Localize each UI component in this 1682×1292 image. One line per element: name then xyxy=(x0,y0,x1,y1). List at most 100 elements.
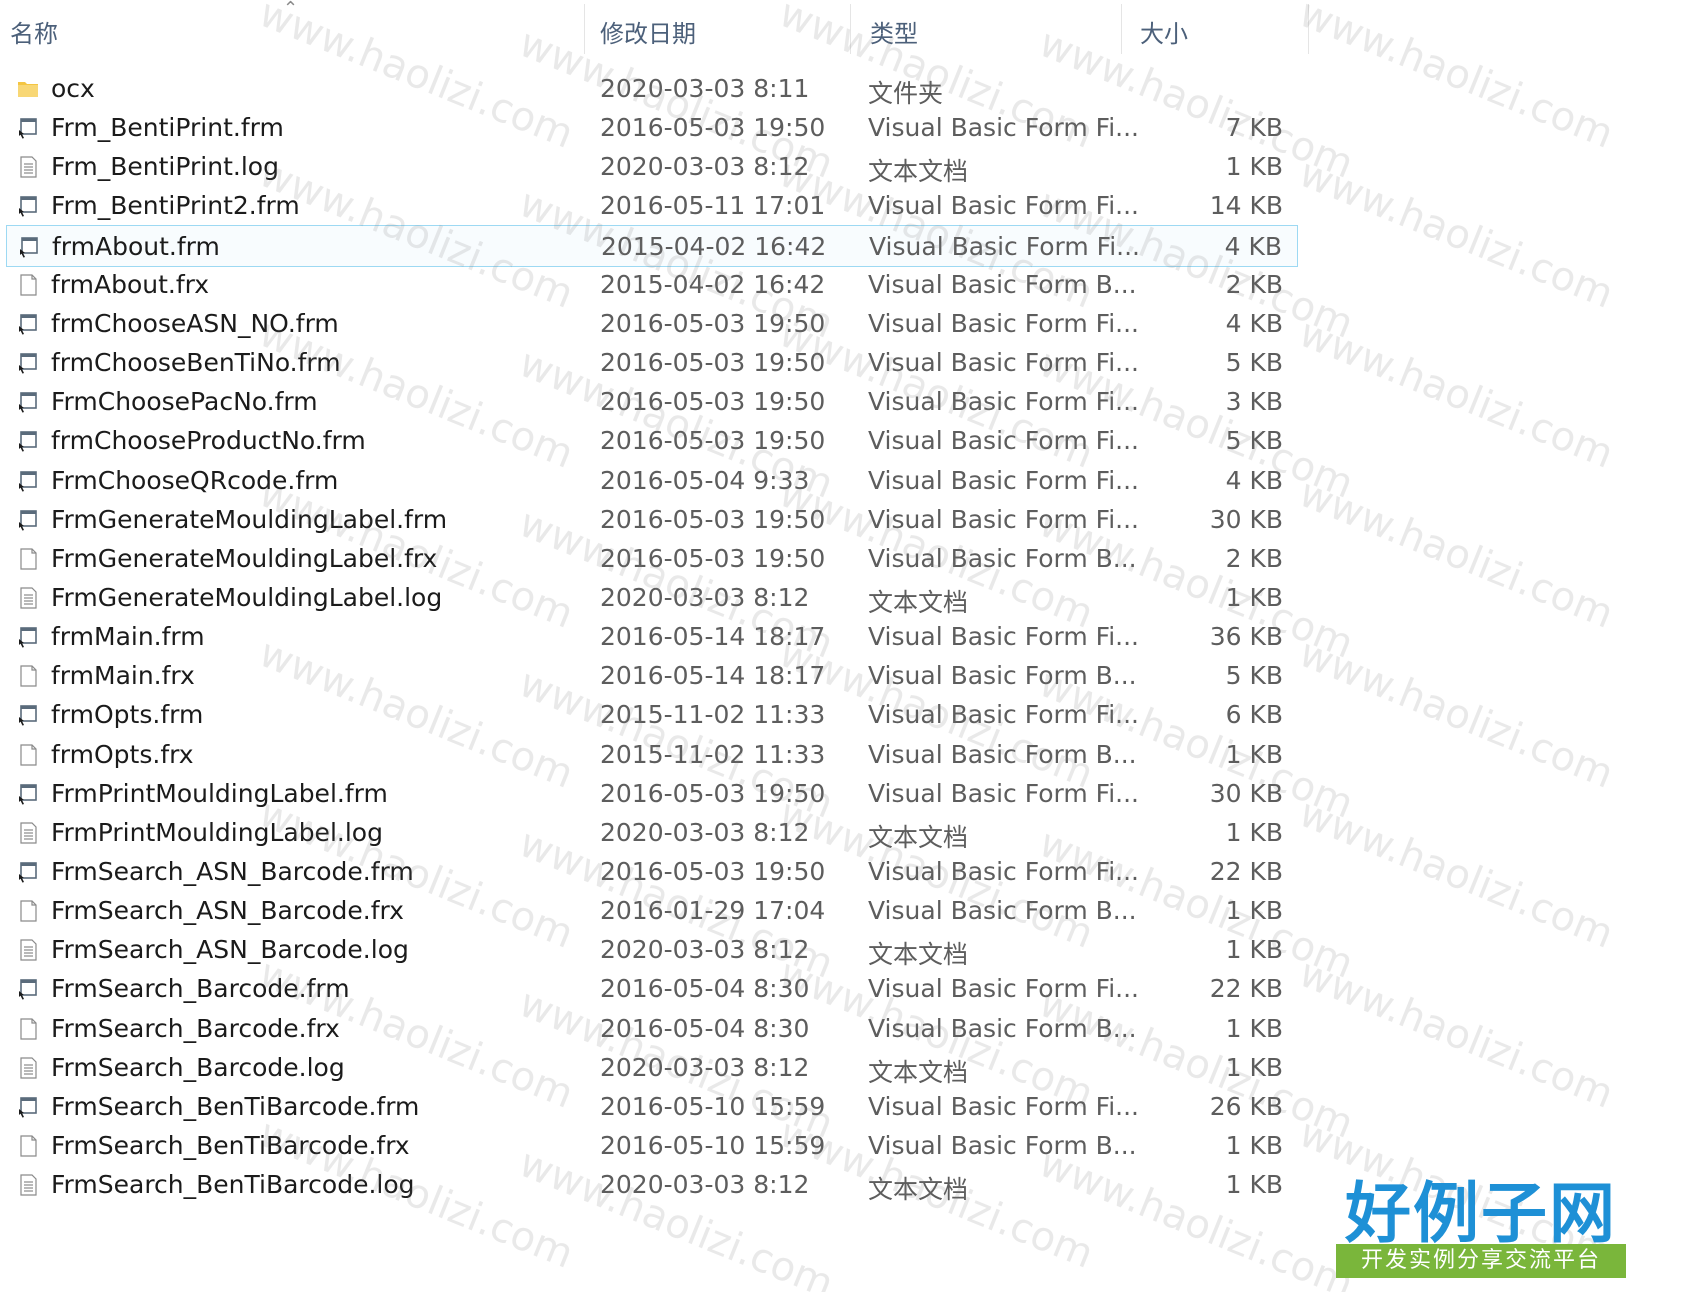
file-row[interactable]: frmChooseProductNo.frm 2016-05-03 19:50 Vi… xyxy=(6,420,1298,462)
blank-file-icon xyxy=(16,273,40,297)
blank-file-icon xyxy=(16,899,40,923)
file-name: frmAbout.frm xyxy=(52,231,220,261)
file-date: 2016-05-14 18:17 xyxy=(600,661,826,691)
file-row[interactable]: FrmChooseQRcode.frm 2016-05-04 9:33 Visual… xyxy=(6,460,1298,502)
vb-form-icon xyxy=(16,977,40,1001)
column-header-date[interactable]: 修改日期 xyxy=(600,14,696,49)
file-row[interactable]: frmChooseBenTiNo.frm 2016-05-03 19:50 Visu… xyxy=(6,342,1298,384)
file-type: Visual Basic Form B... xyxy=(868,661,1137,691)
file-row[interactable]: frmOpts.frm 2015-11-02 11:33 Visual Basic … xyxy=(6,694,1298,736)
file-date: 2016-05-03 19:50 xyxy=(600,308,826,338)
column-header-type[interactable]: 类型 xyxy=(870,14,918,49)
file-row[interactable]: Frm_BentiPrint.frm 2016-05-03 19:50 Visual… xyxy=(6,107,1298,149)
file-row[interactable]: FrmPrintMouldingLabel.log 2020-03-03 8:12… xyxy=(6,812,1298,854)
file-type: Visual Basic Form Fi... xyxy=(868,348,1139,378)
file-row[interactable]: Frm_BentiPrint2.frm 2016-05-11 17:01 Visua… xyxy=(6,185,1298,227)
file-row[interactable]: frmAbout.frx 2015-04-02 16:42 Visual Basic… xyxy=(6,264,1298,306)
file-row[interactable]: ocx 2020-03-03 8:11 文件夹 xyxy=(6,68,1298,110)
file-row[interactable]: FrmPrintMouldingLabel.frm 2016-05-03 19:5… xyxy=(6,773,1298,815)
file-row[interactable]: FrmGenerateMouldingLabel.frm 2016-05-03 1… xyxy=(6,499,1298,541)
file-type: Visual Basic Form Fi... xyxy=(868,426,1139,456)
file-name: Frm_BentiPrint.frm xyxy=(51,113,284,143)
file-size: 26 KB xyxy=(1209,1091,1283,1121)
column-divider[interactable] xyxy=(584,4,585,54)
file-size: 2 KB xyxy=(1225,269,1283,299)
file-name: FrmSearch_ASN_Barcode.frx xyxy=(51,896,404,926)
column-header-size[interactable]: 大小 xyxy=(1140,14,1188,49)
file-name: frmOpts.frx xyxy=(51,739,194,769)
blank-file-icon xyxy=(16,1134,40,1158)
vb-form-icon xyxy=(16,194,40,218)
folder-icon xyxy=(16,77,40,101)
file-row[interactable]: FrmSearch_Barcode.log 2020-03-03 8:12 文本文档… xyxy=(6,1047,1298,1089)
file-date: 2015-11-02 11:33 xyxy=(600,739,826,769)
file-name: FrmGenerateMouldingLabel.frx xyxy=(51,543,438,573)
file-name: Frm_BentiPrint2.frm xyxy=(51,191,300,221)
file-row[interactable]: FrmSearch_BenTiBarcode.frx 2016-05-10 15:… xyxy=(6,1125,1298,1167)
sort-ascending-icon[interactable]: ⌃ xyxy=(283,0,298,19)
file-size: 1 KB xyxy=(1225,582,1283,612)
file-name: FrmSearch_BenTiBarcode.frx xyxy=(51,1131,410,1161)
file-date: 2015-11-02 11:33 xyxy=(600,700,826,730)
file-name: FrmPrintMouldingLabel.frm xyxy=(51,778,388,808)
file-date: 2016-05-03 19:50 xyxy=(600,426,826,456)
file-name: FrmPrintMouldingLabel.log xyxy=(51,817,383,847)
file-type: Visual Basic Form B... xyxy=(868,1131,1137,1161)
file-size: 1 KB xyxy=(1225,896,1283,926)
vb-form-icon xyxy=(16,782,40,806)
file-row[interactable]: FrmSearch_Barcode.frx 2016-05-04 8:30 Visu… xyxy=(6,1008,1298,1050)
file-row[interactable]: FrmChoosePacNo.frm 2016-05-03 19:50 Visual… xyxy=(6,381,1298,423)
file-row[interactable]: FrmGenerateMouldingLabel.log 2020-03-03 8… xyxy=(6,577,1298,619)
file-row[interactable]: frmChooseASN_NO.frm 2016-05-03 19:50 Visua… xyxy=(6,303,1298,345)
file-row[interactable]: FrmSearch_BenTiBarcode.frm 2016-05-10 15:… xyxy=(6,1086,1298,1128)
file-type: Visual Basic Form Fi... xyxy=(868,465,1139,495)
file-size: 30 KB xyxy=(1209,504,1283,534)
file-date: 2016-05-10 15:59 xyxy=(600,1091,826,1121)
file-size: 1 KB xyxy=(1225,152,1283,182)
file-size: 3 KB xyxy=(1225,387,1283,417)
file-row[interactable]: FrmSearch_Barcode.frm 2016-05-04 8:30 Visu… xyxy=(6,968,1298,1010)
file-type: Visual Basic Form Fi... xyxy=(868,974,1139,1004)
file-type: Visual Basic Form B... xyxy=(868,896,1137,926)
file-size: 1 KB xyxy=(1225,1170,1283,1200)
file-date: 2016-05-11 17:01 xyxy=(600,191,826,221)
file-date: 2016-05-03 19:50 xyxy=(600,113,826,143)
column-divider[interactable] xyxy=(1121,4,1122,54)
watermark-text: www.haolizi.com xyxy=(1292,150,1620,318)
file-size: 6 KB xyxy=(1225,700,1283,730)
file-type: 文本文档 xyxy=(868,1057,969,1087)
watermark-text: www.haolizi.com xyxy=(1292,950,1620,1118)
file-size: 1 KB xyxy=(1225,1052,1283,1082)
site-logo: 好例子网 开发实例分享交流平台 xyxy=(1336,1160,1626,1280)
file-name: FrmSearch_Barcode.frm xyxy=(51,974,350,1004)
vb-form-icon xyxy=(16,469,40,493)
file-name: FrmGenerateMouldingLabel.frm xyxy=(51,504,448,534)
file-name: ocx xyxy=(51,74,95,103)
text-file-icon xyxy=(16,1056,40,1080)
text-file-icon xyxy=(16,1173,40,1197)
file-row[interactable]: frmMain.frm 2016-05-14 18:17 Visual Basic … xyxy=(6,616,1298,658)
column-divider[interactable] xyxy=(850,4,851,54)
column-header-name[interactable]: 名称 xyxy=(10,14,58,49)
file-date: 2016-05-03 19:50 xyxy=(600,543,826,573)
file-row[interactable]: Frm_BentiPrint.log 2020-03-03 8:12 文本文档 1 K… xyxy=(6,146,1298,188)
vb-form-icon xyxy=(16,508,40,532)
file-date: 2016-05-03 19:50 xyxy=(600,348,826,378)
file-row[interactable]: FrmSearch_BenTiBarcode.log 2020-03-03 8:1… xyxy=(6,1164,1298,1206)
file-row[interactable]: FrmSearch_ASN_Barcode.frx 2016-01-29 17:0… xyxy=(6,890,1298,932)
vb-form-icon xyxy=(16,390,40,414)
file-size: 22 KB xyxy=(1209,974,1283,1004)
file-row[interactable]: FrmSearch_ASN_Barcode.frm 2016-05-03 19:5… xyxy=(6,851,1298,893)
file-row[interactable]: FrmSearch_ASN_Barcode.log 2020-03-03 8:12… xyxy=(6,929,1298,971)
logo-title: 好例子网 xyxy=(1345,1174,1617,1252)
file-type: Visual Basic Form Fi... xyxy=(868,387,1139,417)
file-row[interactable]: frmAbout.frm 2015-04-02 16:42 Visual Basic… xyxy=(6,224,1298,267)
logo-subtitle: 开发实例分享交流平台 xyxy=(1336,1244,1626,1278)
file-row[interactable]: frmOpts.frx 2015-11-02 11:33 Visual Basic … xyxy=(6,734,1298,776)
column-divider[interactable] xyxy=(1308,4,1309,54)
vb-form-icon xyxy=(16,703,40,727)
vb-form-icon xyxy=(16,1095,40,1119)
file-row[interactable]: FrmGenerateMouldingLabel.frx 2016-05-03 1… xyxy=(6,538,1298,580)
file-row[interactable]: frmMain.frx 2016-05-14 18:17 Visual Basic … xyxy=(6,655,1298,697)
file-name: FrmSearch_BenTiBarcode.frm xyxy=(51,1091,420,1121)
